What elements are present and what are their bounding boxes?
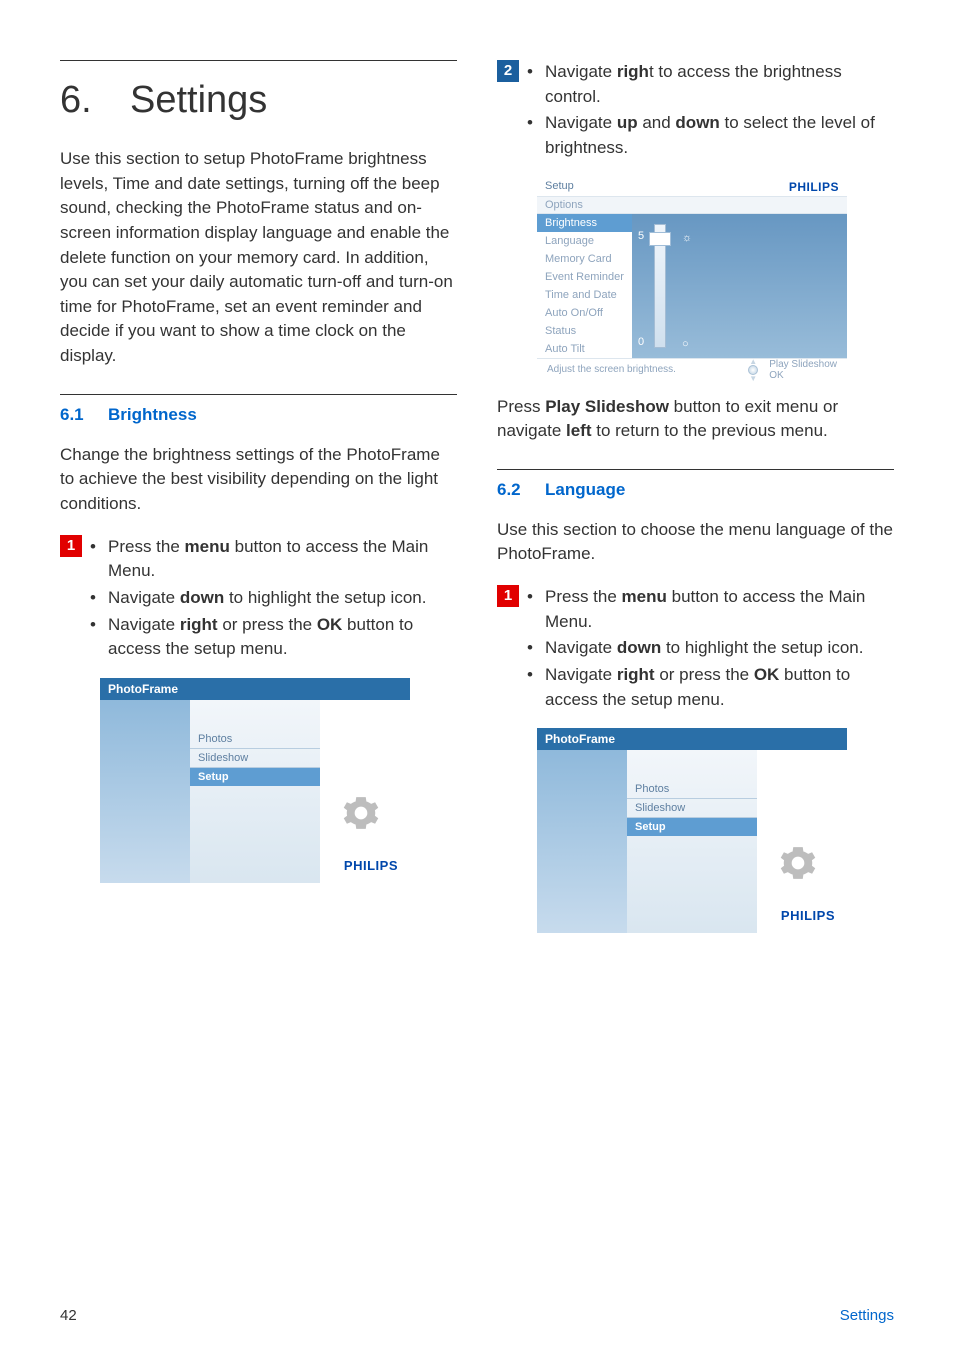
- bullet-text: Navigate down to highlight the setup ico…: [108, 586, 426, 611]
- instruction-bullet: • Navigate right or press the OK button …: [90, 613, 457, 662]
- footer-ok-label: OK: [769, 370, 837, 381]
- screenshot-header: Setup PHILIPS: [537, 177, 847, 197]
- page-footer: 42 Settings: [60, 1307, 894, 1324]
- step-1: 1 • Press the menu button to access the …: [497, 585, 894, 714]
- bullet-dot: •: [527, 111, 539, 160]
- option-auto-tilt: Auto Tilt: [537, 340, 632, 358]
- joystick-icon: ▲ ▼: [743, 360, 763, 380]
- chapter-number: 6.: [60, 79, 130, 122]
- instruction-bullet: • Press the menu button to access the Ma…: [527, 585, 894, 634]
- instruction-bullet: • Navigate down to highlight the setup i…: [90, 586, 457, 611]
- menu-item-setup: Setup: [190, 768, 320, 786]
- chapter-heading: 6.Settings: [60, 79, 457, 122]
- screenshot-titlebar: PhotoFrame: [100, 678, 410, 700]
- instruction-bullet: • Navigate right to access the brightnes…: [527, 60, 894, 109]
- chapter-title: Settings: [130, 79, 267, 121]
- option-language: Language: [537, 232, 632, 250]
- screenshot-left-pane: [100, 700, 190, 883]
- option-memory-card: Memory Card: [537, 250, 632, 268]
- step-number-badge: 1: [497, 585, 519, 607]
- footer-section-label: Settings: [840, 1307, 894, 1324]
- section-number: 6.1: [60, 405, 108, 425]
- bullet-text: Press the menu button to access the Main…: [108, 535, 457, 584]
- screenshot-right-pane: PHILIPS: [320, 700, 410, 883]
- menu-item-slideshow: Slideshow: [627, 799, 757, 818]
- screenshot-left-pane: [537, 750, 627, 933]
- section-title: Brightness: [108, 405, 197, 424]
- bullet-text: Navigate down to highlight the setup ico…: [545, 636, 863, 661]
- option-auto-onoff: Auto On/Off: [537, 304, 632, 322]
- slider-knob: [649, 232, 671, 246]
- bullet-dot: •: [527, 636, 539, 661]
- bullet-dot: •: [527, 663, 539, 712]
- brand-logo: PHILIPS: [789, 180, 839, 193]
- bullet-text: Press the menu button to access the Main…: [545, 585, 894, 634]
- bullet-dot: •: [90, 613, 102, 662]
- bullet-dot: •: [90, 586, 102, 611]
- screenshot-menu-list: Photos Slideshow Setup: [190, 700, 320, 883]
- section-intro: Use this section to choose the menu lang…: [497, 518, 894, 567]
- option-time-date: Time and Date: [537, 286, 632, 304]
- bullet-text: Navigate right or press the OK button to…: [545, 663, 894, 712]
- menu-item-photos: Photos: [190, 730, 320, 749]
- bullet-dot: •: [527, 60, 539, 109]
- screenshot-main-menu: PhotoFrame Photos Slideshow Setup PHILIP…: [100, 678, 410, 883]
- gear-icon: [342, 794, 380, 837]
- bullet-text: Navigate up and down to select the level…: [545, 111, 894, 160]
- instruction-bullet: • Press the menu button to access the Ma…: [90, 535, 457, 584]
- bullet-dot: •: [90, 535, 102, 584]
- gear-icon: [779, 844, 817, 887]
- footer-help-text: Adjust the screen brightness.: [547, 364, 676, 375]
- section-intro: Change the brightness settings of the Ph…: [60, 443, 457, 517]
- column-rule: [60, 60, 457, 61]
- instruction-bullet: • Navigate up and down to select the lev…: [527, 111, 894, 160]
- slider-label-bottom: 0: [638, 336, 644, 348]
- sun-icon: ☼: [682, 232, 692, 244]
- screenshot-titlebar: PhotoFrame: [537, 728, 847, 750]
- screenshot-brightness: Setup PHILIPS Options Brightness Languag…: [537, 177, 847, 377]
- section-rule: [60, 394, 457, 395]
- bullet-text: Navigate right to access the brightness …: [545, 60, 894, 109]
- menu-item-slideshow: Slideshow: [190, 749, 320, 768]
- instruction-bullet: • Navigate right or press the OK button …: [527, 663, 894, 712]
- menu-item-photos: Photos: [627, 780, 757, 799]
- section-title: Language: [545, 480, 625, 499]
- section-number: 6.2: [497, 480, 545, 500]
- menu-item-setup: Setup: [627, 818, 757, 836]
- intro-paragraph: Use this section to setup PhotoFrame bri…: [60, 147, 457, 369]
- step-1: 1 • Press the menu button to access the …: [60, 535, 457, 664]
- step-number-badge: 1: [60, 535, 82, 557]
- section-heading-brightness: 6.1Brightness: [60, 405, 457, 425]
- brand-logo: PHILIPS: [781, 908, 835, 923]
- screenshot-title: Setup: [545, 180, 574, 193]
- option-event-reminder: Event Reminder: [537, 268, 632, 286]
- options-sidebar: Brightness Language Memory Card Event Re…: [537, 214, 632, 358]
- screenshot-main-menu: PhotoFrame Photos Slideshow Setup PHILIP…: [537, 728, 847, 933]
- sun-dim-icon: ○: [682, 338, 689, 350]
- option-status: Status: [537, 322, 632, 340]
- screenshot-subtitle: Options: [537, 197, 847, 214]
- bullet-text: Navigate right or press the OK button to…: [108, 613, 457, 662]
- brightness-slider-area: 5 0 ☼ ○: [632, 214, 847, 358]
- footer-play-label: Play Slideshow: [769, 359, 837, 370]
- page-number: 42: [60, 1307, 77, 1324]
- brand-logo: PHILIPS: [344, 858, 398, 873]
- screenshot-menu-list: Photos Slideshow Setup: [627, 750, 757, 933]
- step-number-badge: 2: [497, 60, 519, 82]
- instruction-bullet: • Navigate down to highlight the setup i…: [527, 636, 894, 661]
- screenshot-footer: Adjust the screen brightness. ▲ ▼ Play S…: [537, 358, 847, 381]
- section-heading-language: 6.2Language: [497, 480, 894, 500]
- step-2: 2 • Navigate right to access the brightn…: [497, 60, 894, 163]
- bullet-dot: •: [527, 585, 539, 634]
- after-image-text: Press Play Slideshow button to exit menu…: [497, 395, 894, 444]
- slider-label-top: 5: [638, 230, 644, 242]
- section-rule: [497, 469, 894, 470]
- screenshot-right-pane: PHILIPS: [757, 750, 847, 933]
- option-brightness: Brightness: [537, 214, 632, 232]
